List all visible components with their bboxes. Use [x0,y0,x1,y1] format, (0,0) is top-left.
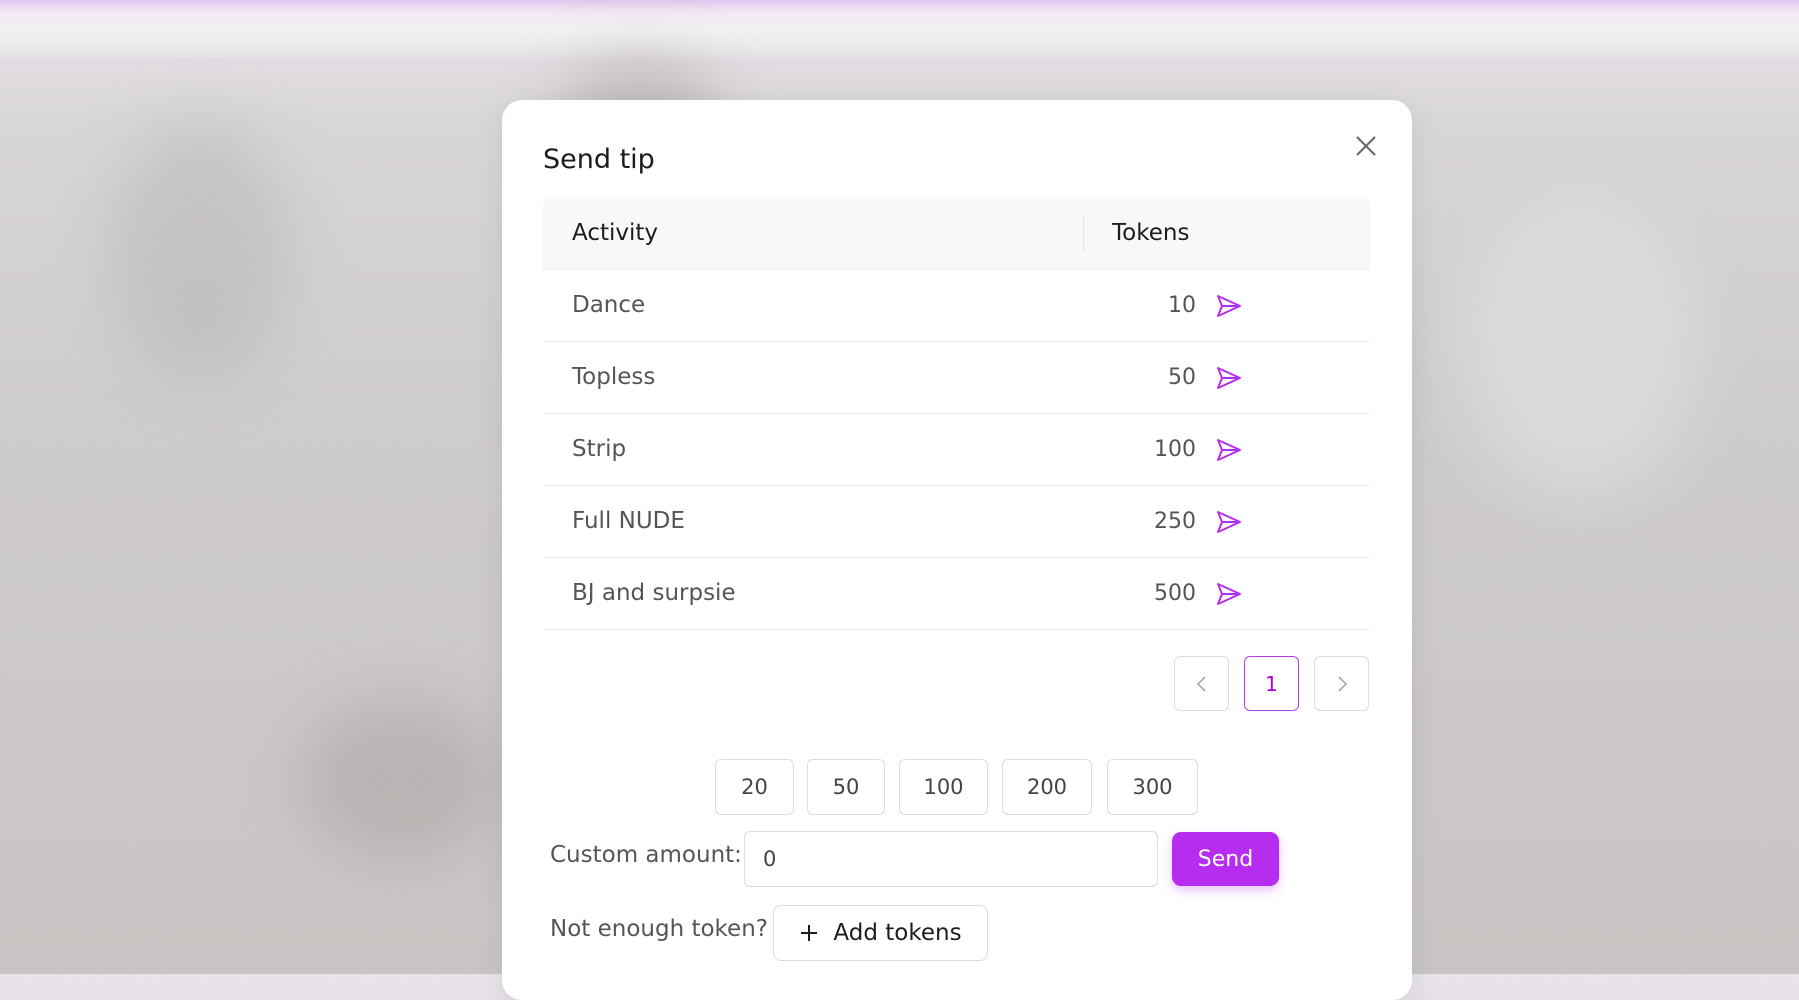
custom-amount-label: Custom amount: [550,842,742,868]
send-icon[interactable] [1215,580,1243,608]
close-icon [1356,136,1376,156]
activity-name: Full NUDE [572,508,685,534]
amount-button-200[interactable]: 200 [1002,759,1092,815]
activity-name: BJ and surpsie [572,580,736,606]
not-enough-token-text: Not enough token? [550,916,768,942]
chevron-left-icon [1196,675,1206,692]
activity-name: Dance [572,292,646,318]
column-header-tokens: Tokens [1112,220,1190,246]
plus-icon [801,925,818,941]
send-icon[interactable] [1215,436,1243,464]
prev-page-button[interactable] [1174,656,1229,711]
token-amount: 100 [1154,437,1196,462]
table-row: BJ and surpsie 500 [543,558,1370,630]
send-icon[interactable] [1215,508,1243,536]
send-icon[interactable] [1215,364,1243,392]
amount-button-100[interactable]: 100 [899,759,988,815]
table-row: Strip 100 [543,414,1370,486]
table-row: Full NUDE 250 [543,486,1370,558]
token-amount: 500 [1154,581,1196,606]
send-button[interactable]: Send [1172,832,1279,886]
table-row: Dance 10 [543,270,1370,342]
table-row: Topless 50 [543,342,1370,414]
modal-title: Send tip [543,144,655,175]
close-button[interactable] [1348,128,1384,164]
background-blur [110,120,290,380]
amount-button-300[interactable]: 300 [1107,759,1198,815]
amount-button-50[interactable]: 50 [807,759,885,815]
next-page-button[interactable] [1314,656,1369,711]
send-tip-modal: Send tip Activity Tokens Dance 10 Toples… [502,100,1412,1000]
column-header-activity: Activity [572,220,659,246]
send-icon[interactable] [1215,292,1243,320]
column-divider [1083,215,1084,251]
token-amount: 250 [1154,509,1196,534]
background-blur [1460,200,1700,500]
background-blur [300,700,500,860]
activity-name: Topless [572,364,656,390]
token-amount: 50 [1168,365,1196,390]
table-header: Activity Tokens [543,197,1370,270]
token-amount: 10 [1168,293,1196,318]
tip-menu-table: Activity Tokens Dance 10 Topless 50 Stri… [543,197,1370,630]
chevron-right-icon [1337,675,1347,692]
page-number-button[interactable]: 1 [1244,656,1299,711]
activity-name: Strip [572,436,627,462]
add-tokens-button[interactable]: Add tokens [773,905,988,961]
top-bar [0,0,1799,58]
custom-amount-input[interactable] [744,831,1158,887]
amount-button-20[interactable]: 20 [715,759,794,815]
add-tokens-label: Add tokens [833,920,962,946]
